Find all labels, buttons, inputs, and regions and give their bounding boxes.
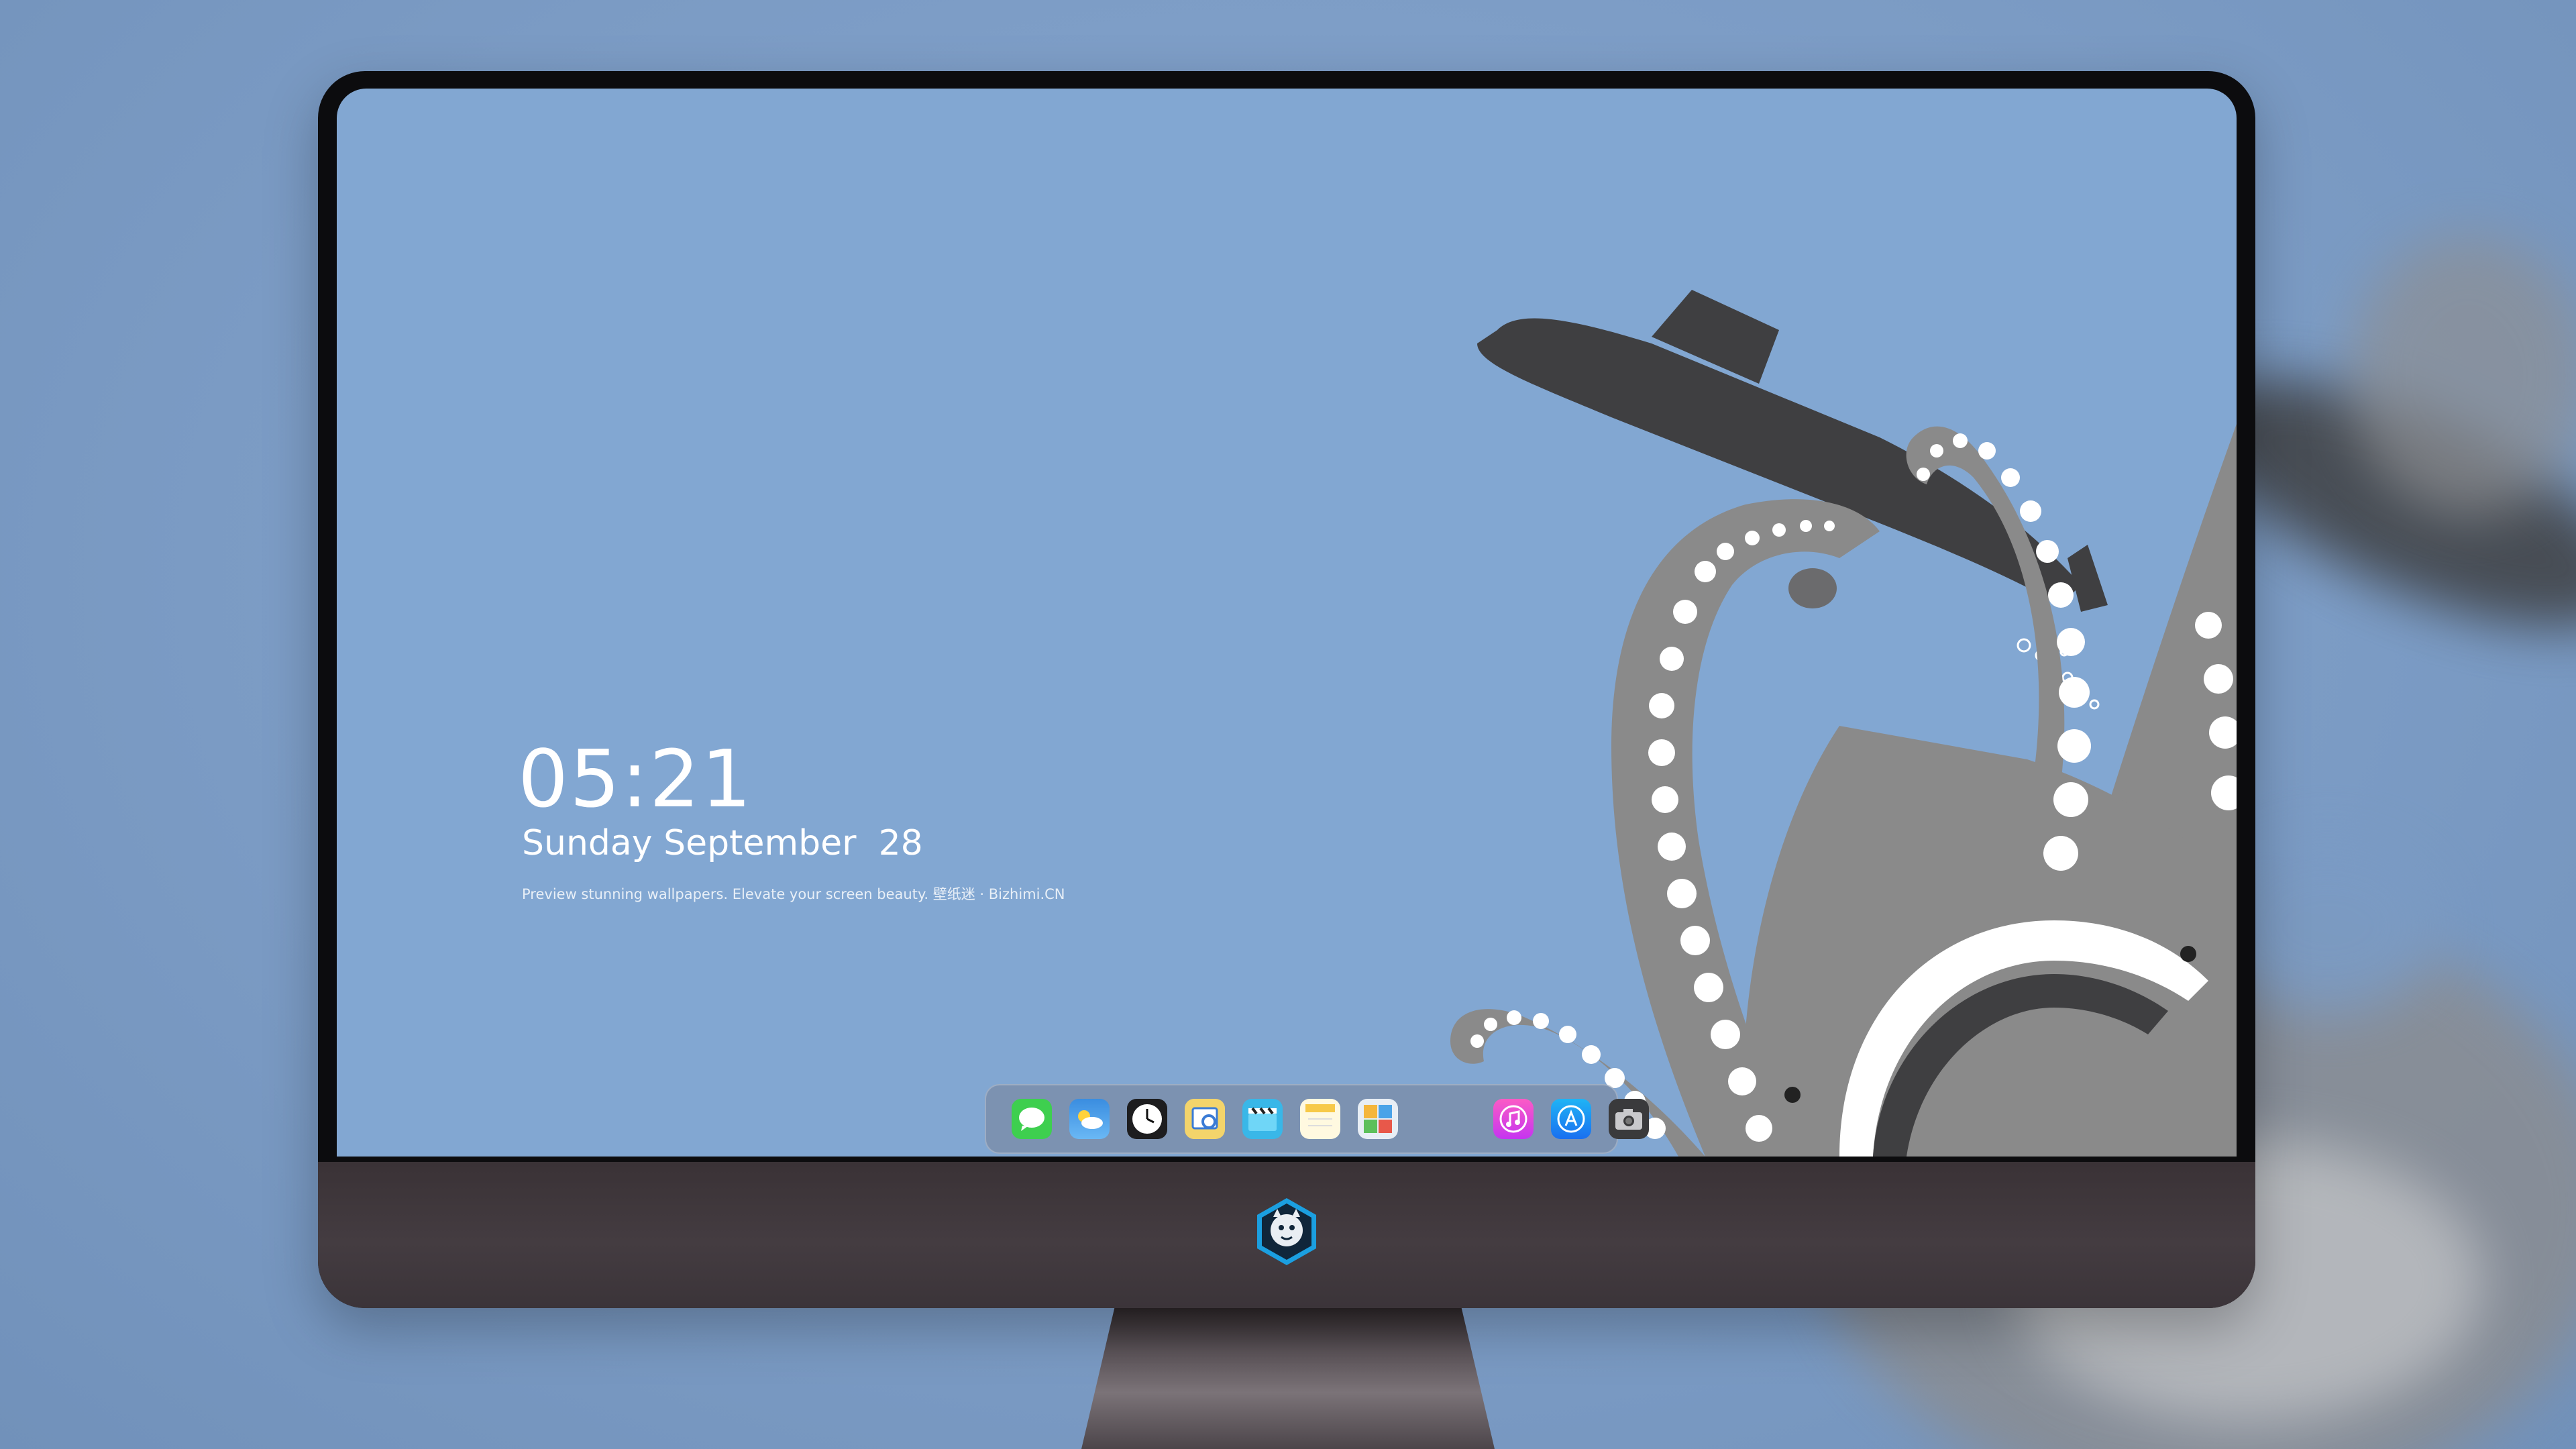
clock-icon[interactable] xyxy=(1127,1099,1167,1139)
messages-icon[interactable] xyxy=(1012,1099,1052,1139)
lockscreen-tagline: Preview stunning wallpapers. Elevate you… xyxy=(522,886,1065,902)
background-blur-tentacle xyxy=(2348,235,2576,517)
desktop-screen: 05:21 Sunday September 28 Preview stunni… xyxy=(337,89,2237,1157)
photo-booth-icon[interactable] xyxy=(1358,1099,1398,1139)
lockscreen-date: Sunday September 28 xyxy=(522,823,923,863)
notes-icon[interactable] xyxy=(1300,1099,1340,1139)
creature-eye-left xyxy=(1784,1087,1801,1103)
clips-icon[interactable] xyxy=(1242,1099,1283,1139)
app-store-icon[interactable] xyxy=(1551,1099,1591,1139)
preview-icon[interactable] xyxy=(1185,1099,1225,1139)
lockscreen-time: 05:21 xyxy=(518,733,753,825)
weather-icon[interactable] xyxy=(1069,1099,1110,1139)
octopus-submarine-wallpaper xyxy=(1450,290,2237,1157)
monitor-frame: 05:21 Sunday September 28 Preview stunni… xyxy=(318,71,2255,1308)
camera-icon[interactable] xyxy=(1609,1099,1649,1139)
monitor-stand xyxy=(1081,1308,1495,1449)
music-icon[interactable] xyxy=(1493,1099,1534,1139)
mascot-logo-icon xyxy=(1257,1198,1316,1265)
submarine-illustration xyxy=(1477,290,2108,710)
creature-eye-right xyxy=(2180,946,2196,962)
monitor-chin xyxy=(318,1162,2255,1308)
dock xyxy=(985,1084,1649,1154)
